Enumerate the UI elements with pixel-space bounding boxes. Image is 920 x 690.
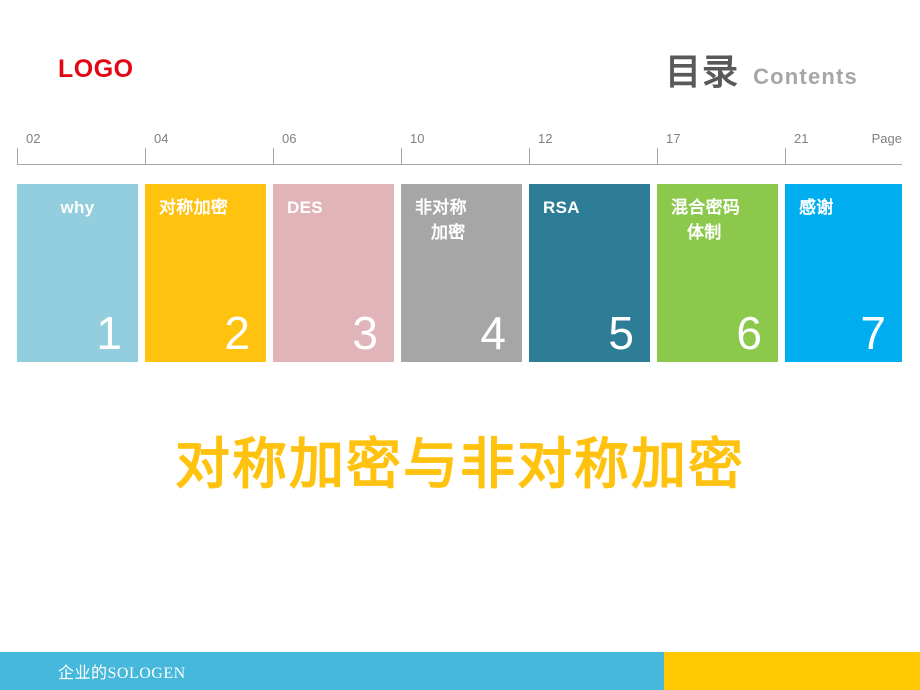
ruler-tick-label: 10 [410, 131, 425, 146]
section-box-label-line1: why [60, 198, 95, 217]
section-box-4[interactable]: 非对称加密 4 [401, 184, 522, 362]
footer-slogan: 企业的SOLOGEN [58, 665, 186, 682]
section-box-1[interactable]: why 1 [17, 184, 138, 362]
section-box-label-line1: DES [287, 198, 323, 217]
section-box-7[interactable]: 感谢 7 [785, 184, 902, 362]
section-box-number: 3 [352, 307, 378, 359]
section-box-number: 4 [480, 307, 506, 359]
ruler-baseline [17, 164, 902, 165]
section-box-label: DES [287, 196, 380, 221]
section-box-label-line2: 加密 [431, 222, 466, 242]
section-box-label: why [31, 196, 124, 221]
section-box-label-line2: 体制 [687, 222, 722, 242]
section-box-label: 对称加密 [159, 196, 252, 221]
section-box-number: 6 [736, 307, 762, 359]
section-box-label: 混合密码 体制 [671, 196, 764, 245]
section-box-number: 1 [96, 307, 122, 359]
section-box-number: 2 [224, 307, 250, 359]
section-box-label-line1: 感谢 [799, 198, 834, 217]
section-box-label-line1: RSA [543, 198, 580, 217]
ruler-tick [529, 148, 530, 165]
slide-canvas: LOGO 目录 Contents 02 04 06 10 12 17 21 Page why… [0, 0, 920, 690]
ruler-tick [17, 148, 18, 165]
section-box-label: RSA [543, 196, 636, 221]
section-box-number: 5 [608, 307, 634, 359]
ruler-tick-label: 12 [538, 131, 553, 146]
section-box-list: why 1 对称加密 2 DES 3 非对称加密 4 RSA 5 混合密码体制 6 感谢 7 [17, 184, 902, 362]
section-box-label-line1: 对称加密 [159, 198, 229, 217]
page-title-cn: 目录 [665, 51, 740, 92]
main-title: 对称加密与非对称加密 [174, 433, 745, 495]
section-box-label: 非对称加密 [415, 196, 508, 245]
ruler-tick [785, 148, 786, 165]
section-box-number: 7 [860, 307, 886, 359]
section-box-6[interactable]: 混合密码体制 6 [657, 184, 778, 362]
ruler-tick [657, 148, 658, 165]
ruler-tick-label: 04 [154, 131, 169, 146]
footer-right-band [664, 652, 920, 690]
ruler-tick-label: 06 [282, 131, 297, 146]
page-title: 目录 Contents [665, 54, 858, 90]
logo: LOGO [58, 55, 134, 83]
ruler-tick-label: 17 [666, 131, 681, 146]
ruler-tick-label: 21 [794, 131, 809, 146]
page-title-en: Contents [753, 64, 858, 89]
section-box-2[interactable]: 对称加密 2 [145, 184, 266, 362]
ruler-tick-label: 02 [26, 131, 41, 146]
section-box-label: 感谢 [799, 196, 888, 221]
ruler-page-label: Page [871, 131, 902, 146]
section-box-label-line1: 混合密码 [671, 198, 741, 217]
footer-bar: 企业的SOLOGEN [0, 652, 920, 690]
section-box-3[interactable]: DES 3 [273, 184, 394, 362]
ruler-tick [145, 148, 146, 165]
section-box-label-line1: 非对称 [415, 198, 467, 217]
ruler-tick [273, 148, 274, 165]
ruler-axis: 02 04 06 10 12 17 21 Page [17, 131, 902, 165]
section-box-5[interactable]: RSA 5 [529, 184, 650, 362]
ruler-tick [401, 148, 402, 165]
